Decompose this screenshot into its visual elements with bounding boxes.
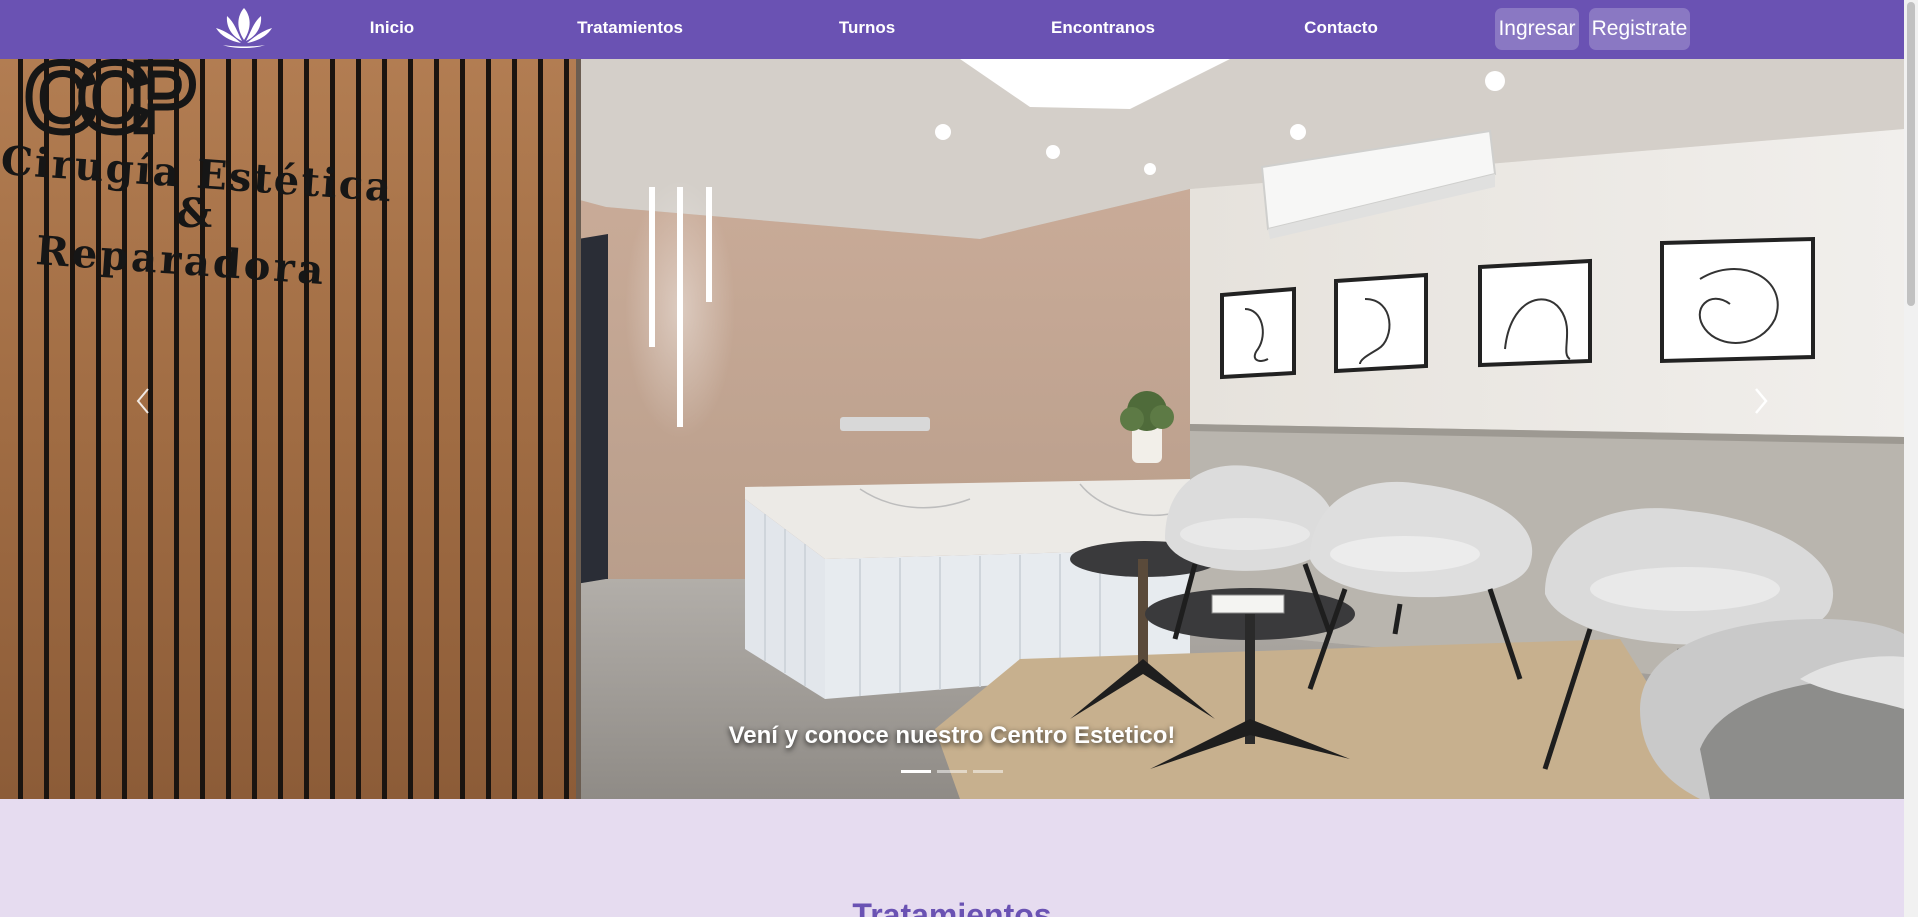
carousel-indicator-3[interactable]	[973, 770, 1003, 773]
nav-contacto[interactable]: Contacto	[1304, 18, 1378, 38]
chevron-left-icon[interactable]	[128, 381, 158, 421]
nav-turnos[interactable]: Turnos	[839, 18, 895, 38]
scrollbar-thumb[interactable]	[1907, 2, 1915, 306]
carousel-indicator-2[interactable]	[937, 770, 967, 773]
page-scrollbar[interactable]	[1904, 0, 1918, 917]
sign-logo: CCP	[25, 59, 194, 152]
register-button[interactable]: Registrate	[1589, 8, 1690, 50]
hero-carousel: CCP Cirugía Estética & Reparadora Vení y…	[0, 59, 1904, 799]
carousel-indicators	[0, 770, 1904, 773]
nav-inicio[interactable]: Inicio	[370, 18, 414, 38]
chevron-right-icon[interactable]	[1746, 381, 1776, 421]
lotus-icon[interactable]	[213, 6, 275, 50]
clinic-reception-photo: CCP Cirugía Estética & Reparadora	[0, 59, 1904, 799]
carousel-caption: Vení y conoce nuestro Centro Estetico!	[728, 722, 1176, 749]
carousel-indicator-1[interactable]	[901, 770, 931, 773]
sign-line-2: &	[176, 190, 212, 237]
treatments-title: Tratamientos	[852, 897, 1052, 917]
nav-encontranos[interactable]: Encontranos	[1051, 18, 1155, 38]
login-button[interactable]: Ingresar	[1495, 8, 1579, 50]
navbar: Inicio Tratamientos Turnos Encontranos C…	[0, 0, 1904, 59]
nav-tratamientos[interactable]: Tratamientos	[577, 18, 683, 38]
